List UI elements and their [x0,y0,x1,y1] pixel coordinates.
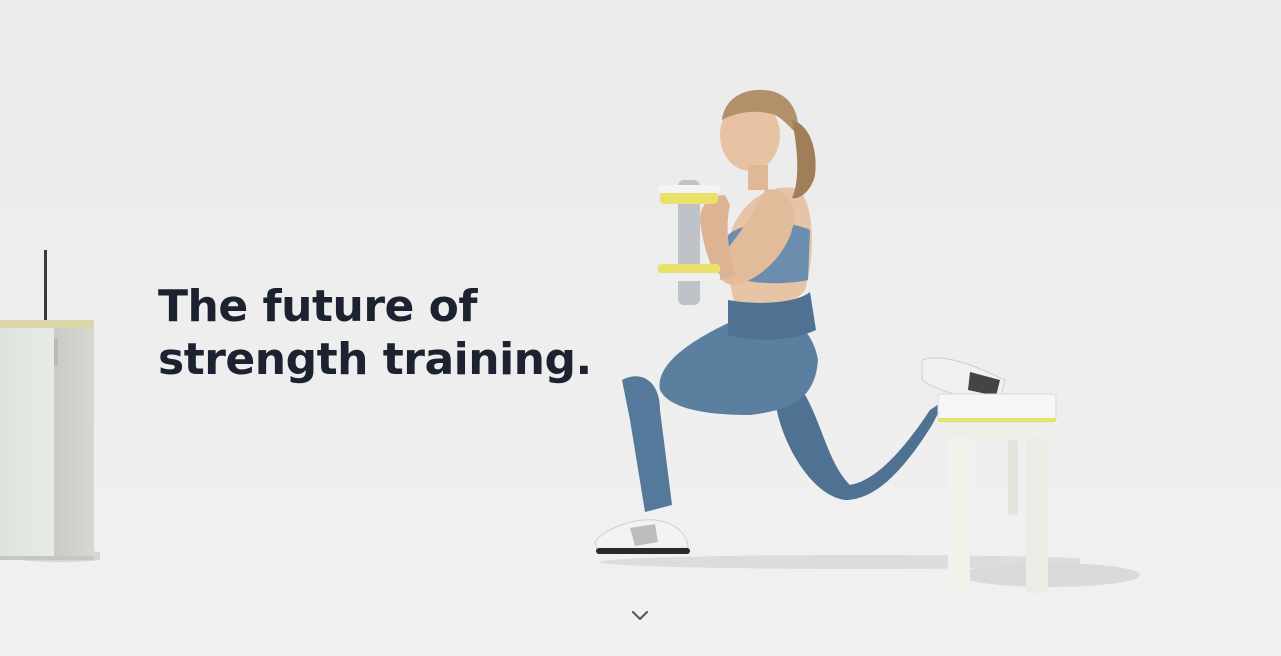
hero-section: The future of strength training. [0,0,1281,656]
strength-device-image [0,250,100,562]
scroll-down-button[interactable] [628,604,652,628]
chevron-down-icon [632,611,648,620]
headline-line-2: strength training. [158,334,592,385]
hero-headline: The future of strength training. [158,280,592,386]
workout-bench-image [937,393,1140,593]
headline-line-1: The future of [158,281,478,332]
